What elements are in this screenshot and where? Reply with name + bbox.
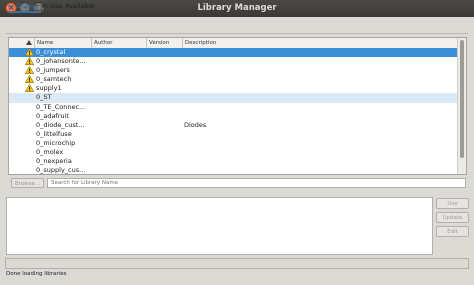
warning-icon bbox=[25, 84, 34, 93]
row-name: 0_nexperia bbox=[36, 157, 72, 166]
table-row[interactable]: 0_diode_cust... Diodes bbox=[9, 121, 458, 130]
table-row[interactable]: 0_jumpers bbox=[9, 66, 458, 75]
table-row[interactable]: 0_adafruit bbox=[9, 112, 458, 121]
row-name: 0_microchip bbox=[36, 138, 76, 147]
table-row[interactable]: 0_microchip bbox=[9, 139, 458, 148]
column-header-author[interactable]: Author bbox=[92, 38, 147, 48]
row-name: 0_ST bbox=[36, 93, 52, 102]
row-name: 0_johansonte... bbox=[36, 57, 86, 66]
row-name: 0_samtech bbox=[36, 75, 72, 84]
table-row[interactable]: 0_samtech bbox=[9, 75, 458, 84]
tab-divider bbox=[6, 33, 468, 34]
table-scrollbar[interactable] bbox=[457, 38, 466, 174]
table-body: 0_crystal 0_johansonte... 0_jumpers 0_samte… bbox=[9, 48, 458, 175]
row-name: 0_molex bbox=[36, 148, 64, 157]
library-details-panel bbox=[6, 197, 433, 255]
warning-icon bbox=[25, 48, 34, 56]
status-bar-frame bbox=[5, 258, 469, 269]
tab-available[interactable]: Available bbox=[65, 0, 94, 13]
table-row[interactable]: 0_TE_Connec... bbox=[9, 103, 458, 112]
row-name: 0_diode_cust... bbox=[36, 120, 85, 129]
warning-icon bbox=[25, 75, 34, 84]
warning-icon bbox=[25, 66, 34, 75]
row-name: 0_jumpers bbox=[36, 66, 70, 75]
table-row[interactable]: 0_littelfuse bbox=[9, 130, 458, 139]
row-name: 0_supply_cus... bbox=[36, 166, 86, 175]
scrollbar-thumb[interactable] bbox=[460, 40, 464, 158]
column-header-version[interactable]: Version bbox=[147, 38, 183, 48]
status-text: Done loading libraries bbox=[6, 271, 67, 277]
table-row[interactable]: supply1 bbox=[9, 84, 458, 93]
table-row[interactable]: 0_johansonte... bbox=[9, 57, 458, 66]
table-row[interactable]: 0_supply_cus... bbox=[9, 166, 458, 175]
library-search-input[interactable] bbox=[47, 178, 466, 188]
table-row[interactable]: 0_crystal bbox=[9, 48, 458, 58]
table-row[interactable]: 0_molex bbox=[9, 148, 458, 157]
use-button[interactable]: Use bbox=[436, 198, 469, 209]
row-name: 0_TE_Connec... bbox=[36, 102, 86, 111]
row-name: 0_littelfuse bbox=[36, 129, 72, 138]
table-row[interactable]: 0_ST bbox=[9, 93, 458, 103]
column-header-description[interactable]: Description bbox=[183, 38, 458, 48]
sort-ascending-icon bbox=[26, 40, 32, 45]
library-table[interactable]: Name Author Version Description 0_crysta… bbox=[8, 37, 467, 175]
row-name: 0_adafruit bbox=[36, 111, 69, 120]
row-name: supply1 bbox=[36, 84, 62, 93]
table-row[interactable]: 0_nexperia bbox=[9, 157, 458, 166]
tab-in-design[interactable]: In Design bbox=[8, 0, 39, 13]
row-description: Diodes bbox=[184, 120, 207, 129]
update-button[interactable]: Update bbox=[436, 212, 469, 223]
column-header-name[interactable]: Name bbox=[35, 38, 92, 48]
row-name: 0_crystal bbox=[36, 48, 66, 56]
sort-column-header[interactable] bbox=[9, 38, 35, 48]
tab-in-use[interactable]: In Use bbox=[42, 0, 62, 13]
edit-button[interactable]: Edit bbox=[436, 226, 469, 237]
warning-icon bbox=[25, 57, 34, 66]
browse-button[interactable]: Browse... bbox=[11, 178, 44, 188]
